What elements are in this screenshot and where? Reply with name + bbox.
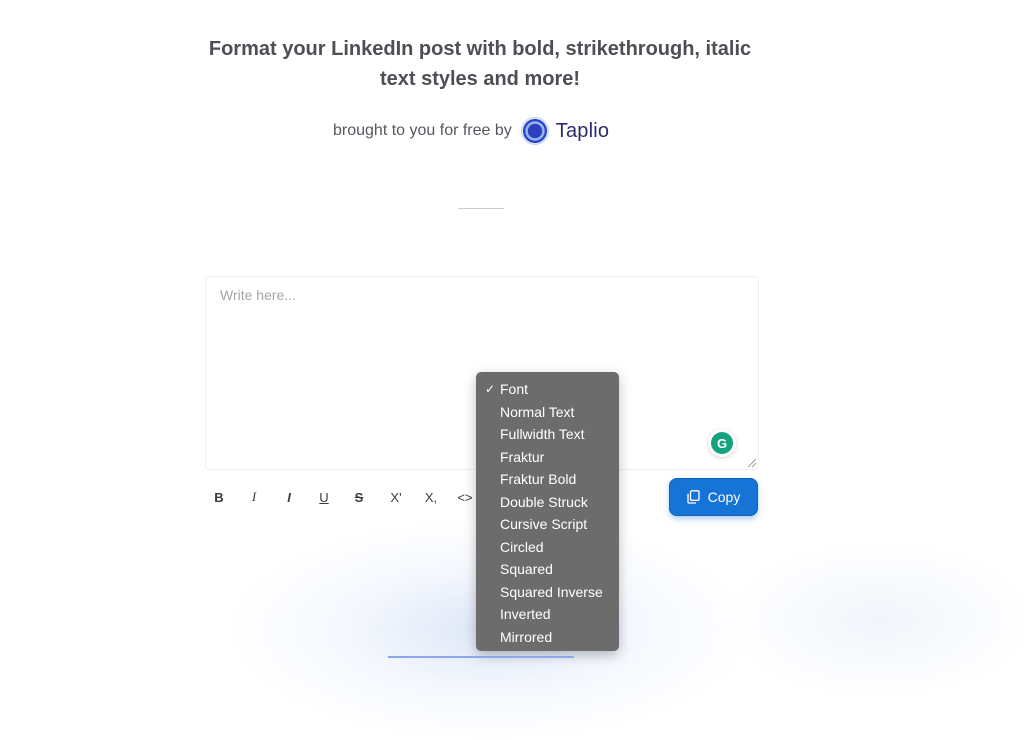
bold-italic-button[interactable]: I [277, 486, 301, 508]
italic-button[interactable]: I [242, 486, 266, 508]
menu-item-inverted[interactable]: Inverted [476, 603, 619, 626]
copy-icon [687, 490, 700, 504]
taplio-logo-icon[interactable] [521, 118, 548, 144]
menu-item-squared[interactable]: Squared [476, 558, 619, 581]
menu-item-normal-text[interactable]: Normal Text [476, 401, 619, 424]
copy-button[interactable]: Copy [669, 478, 758, 516]
checkmark-icon: ✓ [485, 382, 496, 396]
menu-item-fullwidth-text[interactable]: Fullwidth Text [476, 423, 619, 446]
byline: brought to you for free by Taplio [333, 116, 609, 146]
resize-handle-icon[interactable] [748, 459, 756, 467]
subscript-button[interactable]: X, [419, 486, 443, 508]
superscript-button[interactable]: X' [384, 486, 408, 508]
brand-name[interactable]: Taplio [556, 120, 609, 143]
background-glow-right [720, 540, 1024, 700]
menu-item-font[interactable]: ✓ Font [476, 378, 619, 401]
menu-item-cursive-script[interactable]: Cursive Script [476, 513, 619, 536]
menu-item-label: Font [500, 381, 529, 397]
code-button[interactable]: <> [453, 486, 477, 508]
menu-item-fraktur-bold[interactable]: Fraktur Bold [476, 468, 619, 491]
underline-button[interactable]: U [312, 486, 336, 508]
menu-item-circled[interactable]: Circled [476, 536, 619, 559]
menu-item-squared-inverse[interactable]: Squared Inverse [476, 581, 619, 604]
menu-item-double-struck[interactable]: Double Struck [476, 491, 619, 514]
menu-item-mirrored[interactable]: Mirrored [476, 626, 619, 649]
strikethrough-button[interactable]: S [347, 486, 371, 508]
menu-item-fraktur[interactable]: Fraktur [476, 446, 619, 469]
page-headline: Format your LinkedIn post with bold, str… [208, 38, 752, 90]
divider [458, 208, 504, 209]
copy-button-label: Copy [707, 489, 741, 505]
grammarly-button[interactable]: G [708, 429, 736, 457]
font-dropdown-menu[interactable]: ✓ Font Normal Text Fullwidth Text Fraktu… [476, 372, 619, 651]
grammarly-icon: G [711, 432, 733, 454]
byline-text: brought to you for free by [333, 122, 512, 139]
bold-button[interactable]: B [207, 486, 231, 508]
